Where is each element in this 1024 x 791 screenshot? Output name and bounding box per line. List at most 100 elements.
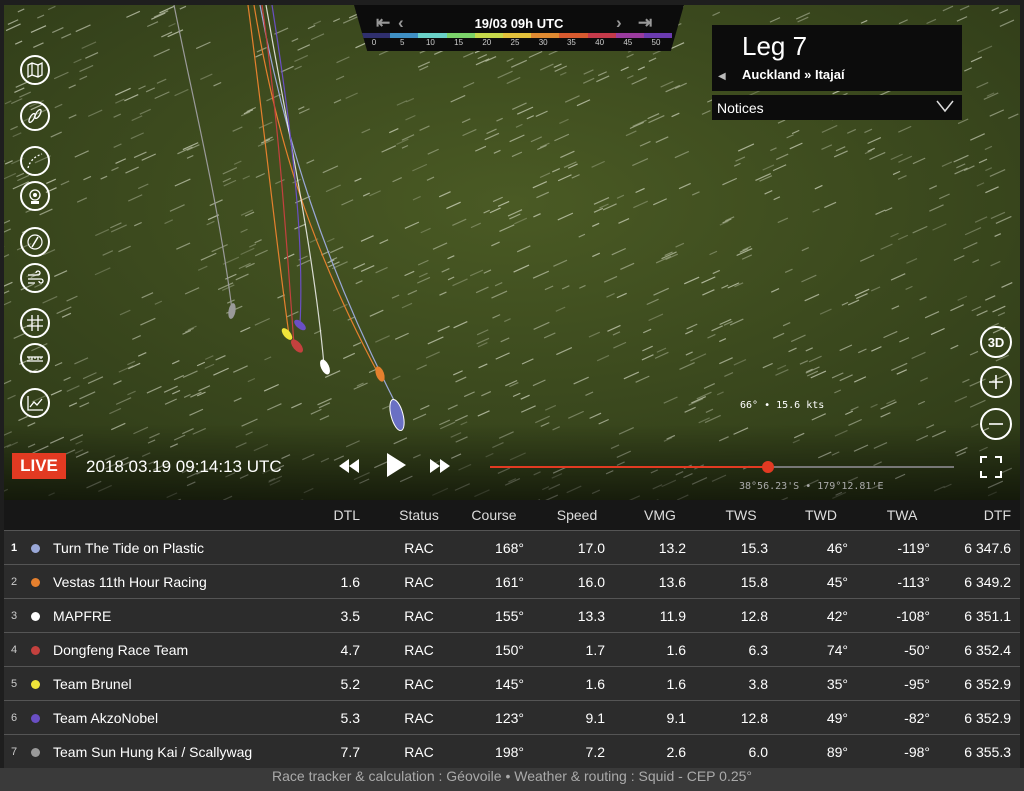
playback-datetime: 2018.03.19 09:14:13 UTC (86, 457, 282, 476)
column-header-speed[interactable]: Speed (549, 500, 605, 530)
cell-vmg: 2.6 (666, 743, 686, 760)
cell-dtf: 6 351.1 (964, 607, 1011, 624)
table-row[interactable]: 6 Team AkzoNobel 5.3 RAC 123° 9.1 9.1 12.8 49° -8… (4, 700, 1020, 734)
cell-vmg: 1.6 (666, 641, 686, 658)
table-row[interactable]: 7 Team Sun Hung Kai / Scallywag 7.7 RAC 198°… (4, 734, 1020, 768)
cell-vmg: 1.6 (666, 675, 686, 692)
cell-course: 168° (495, 539, 524, 556)
notices-dropdown[interactable]: Notices (712, 95, 962, 120)
map-layers-icon[interactable] (20, 55, 50, 85)
column-header-twd[interactable]: TWD (794, 500, 848, 530)
first-forecast-icon[interactable]: ⇤ (376, 13, 390, 33)
cell-course: 145° (495, 675, 524, 692)
wind-scale-label: 45 (623, 38, 633, 47)
column-header-status[interactable]: Status (384, 500, 454, 530)
fullscreen-icon[interactable] (980, 456, 1002, 478)
cell-dtl: 5.2 (340, 675, 360, 692)
table-row[interactable]: 2 Vestas 11th Hour Racing 1.6 RAC 161° 16.0 13… (4, 564, 1020, 598)
table-row[interactable]: 3 MAPFRE 3.5 RAC 155° 13.3 11.9 12.8 42° -108° 6 3… (4, 598, 1020, 632)
cell-speed: 1.7 (585, 641, 605, 658)
cell-dtf: 6 347.6 (964, 539, 1011, 556)
rank-position: 4 (11, 643, 18, 656)
cell-status: RAC (404, 539, 434, 556)
cell-speed: 17.0 (577, 539, 605, 556)
cell-status: RAC (404, 607, 434, 624)
team-name: Vestas 11th Hour Racing (53, 573, 207, 590)
prev-forecast-icon[interactable]: ‹ (398, 13, 404, 33)
column-header-dtl[interactable]: DTL (304, 500, 360, 530)
cell-tws: 12.8 (740, 607, 768, 624)
wind-scale-label: 10 (425, 38, 435, 47)
cell-dtf: 6 352.9 (964, 709, 1011, 726)
team-color-dot (31, 680, 40, 689)
zoom-in-icon[interactable] (980, 366, 1012, 398)
fleet-icon[interactable] (20, 101, 50, 131)
cell-dtf: 6 349.2 (964, 573, 1011, 590)
chart-icon[interactable] (20, 388, 50, 418)
team-color-dot (31, 578, 40, 587)
cell-dtf: 6 352.9 (964, 675, 1011, 692)
column-header-course[interactable]: Course (464, 500, 524, 530)
last-forecast-icon[interactable]: ⇥ (638, 13, 652, 33)
3d-view-button[interactable]: 3D (980, 326, 1012, 358)
column-header-dtf[interactable]: DTF (944, 500, 1011, 530)
cell-speed: 16.0 (577, 573, 605, 590)
notices-label: Notices (717, 100, 764, 116)
wind-scale-label: 50 (651, 38, 661, 47)
team-color-dot (31, 612, 40, 621)
team-name: Dongfeng Race Team (53, 641, 189, 658)
cursor-coordinates: 38°56.23'S • 179°12.81'E (739, 481, 884, 492)
prev-leg-icon[interactable]: ◀ (718, 71, 726, 82)
next-forecast-icon[interactable]: › (616, 13, 622, 33)
cell-course: 150° (495, 641, 524, 658)
fast-forward-icon[interactable] (428, 457, 452, 475)
team-name: Team Brunel (53, 675, 132, 692)
compass-icon[interactable] (20, 227, 50, 257)
rank-position: 7 (11, 745, 18, 758)
table-row[interactable]: 1 Turn The Tide on Plastic RAC 168° 17.0 13.2… (4, 530, 1020, 564)
cell-twd: 49° (826, 709, 848, 726)
zoom-out-icon[interactable] (980, 408, 1012, 440)
cell-twd: 74° (826, 641, 848, 658)
table-row[interactable]: 5 Team Brunel 5.2 RAC 145° 1.6 1.6 3.8 35° -95° 6 … (4, 666, 1020, 700)
wind-scale-label: 20 (482, 38, 492, 47)
wind-readout: 66° • 15.6 kts (740, 400, 825, 411)
cell-twa: -119° (897, 539, 930, 556)
team-color-dot (31, 646, 40, 655)
cell-twa: -108° (896, 607, 930, 624)
wind-scale-label: 0 (371, 38, 377, 47)
cell-twa: -50° (904, 641, 930, 658)
wind-icon[interactable] (20, 263, 50, 293)
cell-status: RAC (404, 641, 434, 658)
race-map[interactable]: ⇤ ‹ 19/03 09h UTC › ⇥ 0 5 10 15 20 25 30 35 40 45… (4, 5, 1020, 500)
cell-twa: -113° (897, 573, 930, 590)
cell-dtf: 6 352.4 (964, 641, 1011, 658)
cell-twa: -98° (904, 743, 930, 760)
play-icon[interactable] (384, 451, 408, 479)
ruler-icon[interactable] (20, 343, 50, 373)
cell-dtl: 5.3 (340, 709, 360, 726)
column-header-vmg[interactable]: VMG (634, 500, 686, 530)
credits-footer: Race tracker & calculation : Géovoile • … (0, 768, 1024, 791)
column-header-twa[interactable]: TWA (874, 500, 930, 530)
playback-timeline[interactable] (490, 461, 954, 473)
cell-twa: -95° (904, 675, 930, 692)
cell-status: RAC (404, 573, 434, 590)
wind-scale-label: 25 (510, 38, 520, 47)
leg-panel: ◀ Leg 7 Auckland » Itajaí (712, 25, 962, 91)
routing-icon[interactable] (20, 146, 50, 176)
cell-twd: 46° (826, 539, 848, 556)
cell-dtf: 6 355.3 (964, 743, 1011, 760)
camera-follow-icon[interactable] (20, 181, 50, 211)
live-badge[interactable]: LIVE (12, 453, 66, 479)
column-header-tws[interactable]: TWS (714, 500, 768, 530)
cell-status: RAC (404, 675, 434, 692)
team-color-dot (31, 748, 40, 757)
rewind-icon[interactable] (337, 457, 361, 475)
cell-speed: 7.2 (585, 743, 605, 760)
cell-vmg: 11.9 (659, 607, 686, 624)
team-name: Team Sun Hung Kai / Scallywag (53, 743, 253, 760)
table-row[interactable]: 4 Dongfeng Race Team 4.7 RAC 150° 1.7 1.6 6.3 74… (4, 632, 1020, 666)
grid-icon[interactable] (20, 308, 50, 338)
wind-forecast-header: ⇤ ‹ 19/03 09h UTC › ⇥ 0 5 10 15 20 25 30 35 40 45… (354, 5, 684, 51)
